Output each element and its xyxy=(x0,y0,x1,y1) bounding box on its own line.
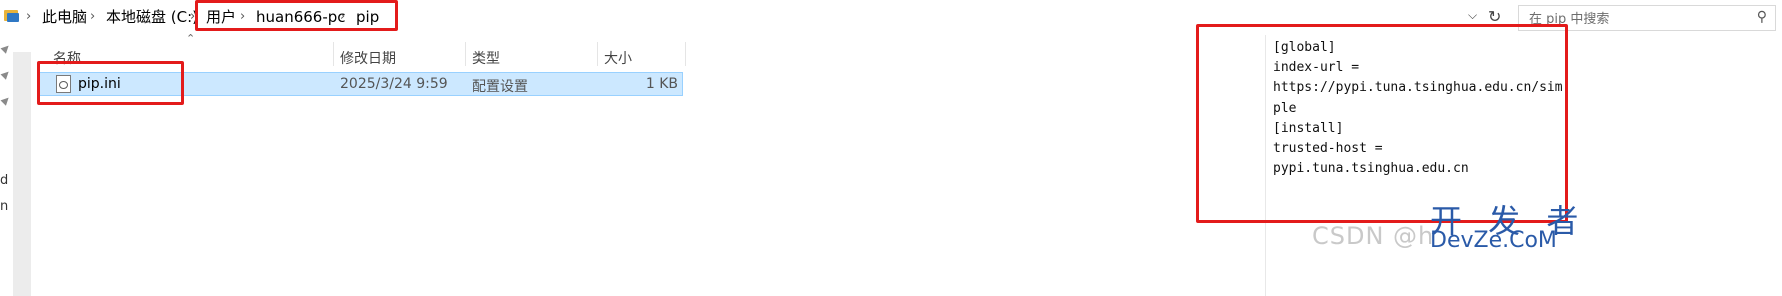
pin-icon[interactable]: ▲ xyxy=(0,68,12,81)
breadcrumb-separator: › xyxy=(26,9,32,24)
nav-item-fragment[interactable]: n xyxy=(0,199,8,214)
nav-item-fragment[interactable]: d xyxy=(0,173,8,188)
column-divider[interactable] xyxy=(685,42,686,66)
file-size: 1 KB xyxy=(645,76,678,92)
nav-scrollbar[interactable] xyxy=(13,52,31,296)
chevron-down-icon[interactable]: ⌵ xyxy=(1468,8,1477,23)
file-modified: 2025/3/24 9:59 xyxy=(340,76,448,92)
csdn-watermark: CSDN @h xyxy=(1312,222,1435,250)
file-type: 配置设置 xyxy=(472,79,528,95)
devze-watermark: DevZe.CoM xyxy=(1430,228,1557,253)
breadcrumb-this-pc[interactable]: 此电脑 xyxy=(42,8,87,26)
sort-ascending-icon: ⌃ xyxy=(186,32,196,45)
folder-icon xyxy=(4,8,20,22)
search-icon[interactable]: ⚲ xyxy=(1757,9,1767,25)
breadcrumb-local-disk[interactable]: 本地磁盘 (C:) xyxy=(106,8,198,26)
highlight-box-path xyxy=(195,0,398,31)
pin-icon[interactable]: ▲ xyxy=(0,94,12,107)
column-divider[interactable] xyxy=(333,42,334,66)
breadcrumb-separator: › xyxy=(90,9,96,24)
pin-icon[interactable]: ▲ xyxy=(0,42,12,55)
column-divider[interactable] xyxy=(597,42,598,66)
column-header-modified[interactable]: 修改日期 xyxy=(340,48,396,68)
highlight-box-file xyxy=(37,61,184,105)
column-header-size[interactable]: 大小 xyxy=(604,48,632,68)
column-divider[interactable] xyxy=(465,42,466,66)
column-header-type[interactable]: 类型 xyxy=(472,48,500,68)
highlight-box-preview xyxy=(1196,24,1568,223)
